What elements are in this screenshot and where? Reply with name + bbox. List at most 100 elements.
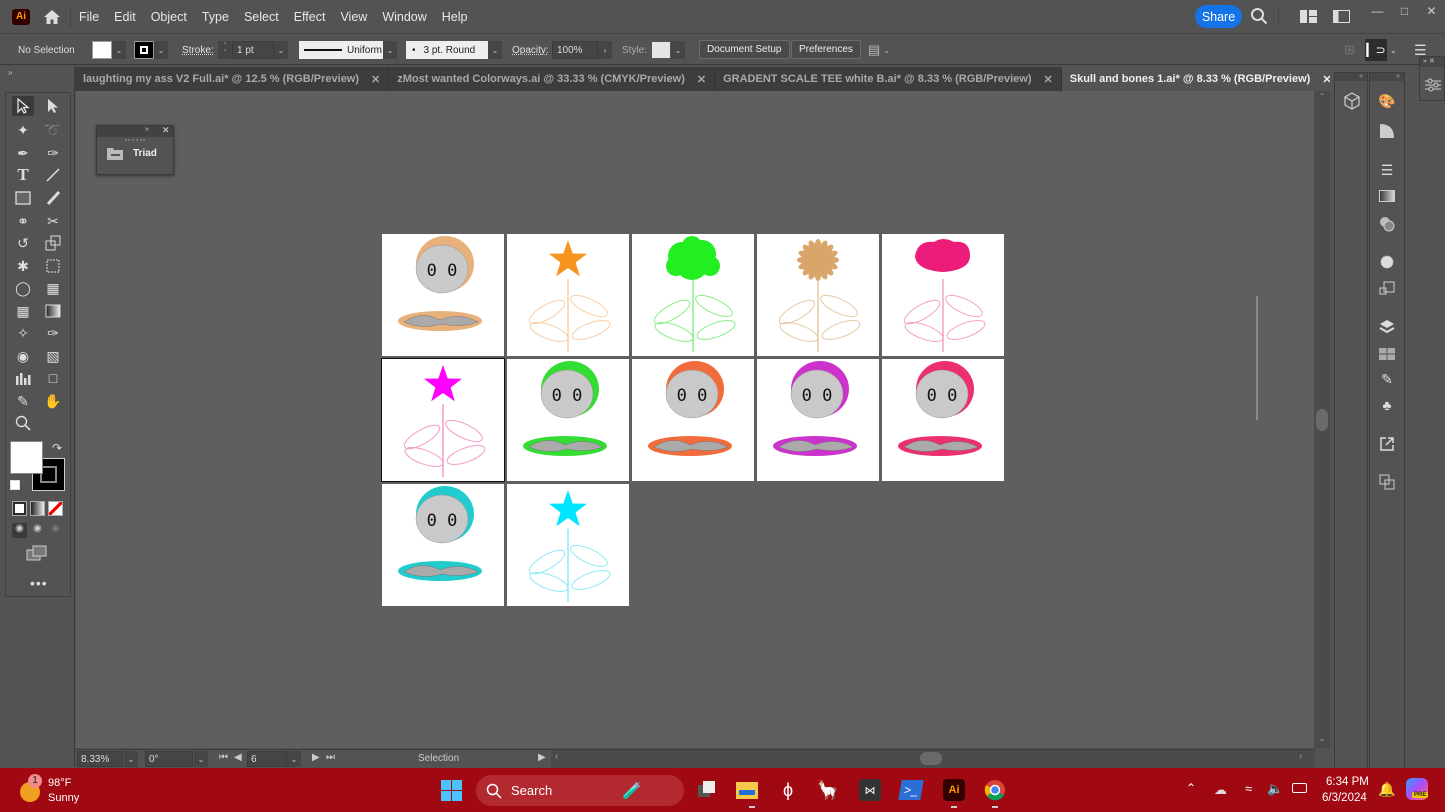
puppet-warp-tool-icon[interactable]: ✱ [12,256,34,276]
battery-icon[interactable] [1292,783,1307,793]
home-icon[interactable] [42,8,62,26]
preferences-button[interactable]: Preferences [791,39,861,59]
opacity-input[interactable]: 100% [552,41,598,59]
select-similar-icon[interactable]: ▤ ⌄ [868,41,890,59]
stroke-dropdown[interactable]: ⌄ [154,41,168,59]
3d-materials-icon[interactable] [1341,90,1363,112]
zoom-tool-icon[interactable] [12,413,34,433]
default-fill-stroke-icon[interactable] [10,480,20,490]
rotation-input[interactable]: 0° [145,751,193,767]
lasso-tool-icon[interactable]: ➰ [42,120,64,140]
maximize-button[interactable]: □ [1391,0,1418,22]
tab-document-4[interactable]: Skull and bones 1.ai* @ 8.33 % (RGB/Prev… [1061,67,1341,91]
opacity-expand-arrow[interactable]: › [598,41,612,59]
stroke-panel-icon[interactable]: ☰ [1376,159,1398,181]
llama-app-icon[interactable]: 🦙 [816,778,840,802]
collapse-toolbar-icon[interactable]: » [8,68,12,77]
transform-panel-icon[interactable] [1376,278,1398,300]
scroll-down-arrow[interactable]: ⌄ [1314,733,1330,744]
collapse-panel-icon[interactable]: » ✕ [1420,57,1444,67]
weather-condition[interactable]: Sunny [48,792,79,804]
file-explorer-icon[interactable] [735,778,759,802]
magic-wand-tool-icon[interactable]: ✦ [12,120,34,140]
app-lightning-icon[interactable]: ϕ [776,778,800,802]
menu-view[interactable]: View [340,10,367,24]
line-segment-tool-icon[interactable] [42,165,64,185]
close-tab-icon[interactable]: ✕ [371,73,380,86]
swap-fill-stroke-icon[interactable]: ↷ [52,441,62,455]
stroke-profile-dropdown[interactable]: ⌄ [383,41,397,59]
scroll-left-arrow[interactable]: ‹ [555,751,558,762]
artboard-6[interactable] [381,358,505,482]
color-guide-icon[interactable] [1376,120,1398,142]
eyedropper-tool-icon[interactable]: ✑ [42,323,64,343]
task-view-icon[interactable] [695,778,719,802]
artboard-tool-icon[interactable]: □ [42,368,64,388]
curvature-tool-icon[interactable]: ✑ [42,143,64,163]
arrange-documents-icon[interactable] [1300,10,1317,26]
brush-dropdown[interactable]: ⌄ [488,41,502,59]
mesh-tool-icon[interactable]: ▦ [12,301,34,321]
share-button[interactable]: Share [1195,5,1242,28]
artboard-11[interactable]: 0 0 [382,484,504,606]
close-panel-icon[interactable]: ✕ [162,125,170,136]
wifi-icon[interactable]: ≈ [1245,781,1252,796]
close-window-button[interactable]: ✕ [1418,0,1445,22]
clock-date[interactable]: 6/3/2024 [1322,792,1367,804]
draw-inside-icon[interactable]: ◉ [48,523,63,538]
stroke-weight-dropdown[interactable]: ⌄ [274,41,288,59]
collapse-panel-icon[interactable]: « [1335,73,1367,81]
artboard-4[interactable] [757,234,879,356]
minimize-button[interactable]: — [1364,0,1391,22]
menu-object[interactable]: Object [151,10,187,24]
transparency-panel-icon[interactable] [1376,213,1398,235]
scroll-up-arrow[interactable]: ˆ [1314,93,1330,104]
brush-select[interactable]: • 3 pt. Round [406,41,488,59]
windows-start-icon[interactable] [441,780,462,804]
pathfinder-panel-icon[interactable] [1376,471,1398,493]
horizontal-scrollbar[interactable]: ‹ › [551,750,1315,768]
pen-tool-icon[interactable]: ✒ [12,143,34,163]
menu-file[interactable]: File [79,10,99,24]
gradient-tool-icon[interactable] [42,301,64,321]
menu-edit[interactable]: Edit [114,10,136,24]
align-dropdown[interactable]: ⌄ [1390,41,1397,59]
menu-help[interactable]: Help [442,10,468,24]
artboards-panel-icon[interactable] [1376,343,1398,365]
horizontal-scroll-thumb[interactable] [920,752,942,765]
volume-icon[interactable]: 🔈 [1267,781,1283,797]
style-dropdown[interactable]: ⌄ [671,41,685,59]
slice-tool-icon[interactable]: ▧ [42,346,64,366]
collapse-panel-icon[interactable]: « [1370,73,1404,81]
selection-tool-icon[interactable] [12,96,34,116]
grid-icon[interactable]: ⊞ [1344,41,1355,59]
pencil-tool-icon[interactable]: ✎ [12,391,34,411]
artboard-7[interactable]: 0 0 [507,359,629,481]
artboard-9[interactable]: 0 0 [757,359,879,481]
search-icon[interactable] [1250,7,1268,28]
none-mode-button[interactable] [48,501,63,516]
document-setup-button[interactable]: Document Setup [699,39,790,59]
export-panel-icon[interactable] [1376,433,1398,455]
brushes-panel-icon[interactable]: ✎ [1376,368,1398,390]
stroke-profile-select[interactable]: Uniform [299,41,383,59]
rotate-tool-icon[interactable]: ↺ [12,233,34,253]
powershell-icon[interactable]: >_ [898,778,924,802]
status-menu-arrow[interactable]: ▶ [538,752,546,763]
stroke-swatch[interactable] [134,41,154,59]
fill-swatch[interactable] [92,41,112,59]
triad-item[interactable]: Triad [97,143,173,160]
draw-behind-icon[interactable]: ◉ [30,523,45,538]
color-palette-icon[interactable]: 🎨 [1376,90,1398,112]
fill-color-box[interactable] [10,441,43,474]
menu-effect[interactable]: Effect [294,10,326,24]
perspective-grid-tool-icon[interactable]: ▦ [42,278,64,298]
tab-document-3[interactable]: GRADENT SCALE TEE white B.ai* @ 8.33 % (… [715,67,1062,91]
collapse-panel-icon[interactable]: » [145,126,149,133]
edit-toolbar-icon[interactable]: ••• [30,575,48,591]
close-tab-icon[interactable]: ✕ [697,73,706,86]
stroke-weight-input[interactable]: 1 pt [232,41,274,59]
free-transform-tool-icon[interactable] [42,256,64,276]
show-hidden-icons[interactable]: ⌃ [1186,781,1196,795]
artboard-5[interactable] [882,234,1004,356]
